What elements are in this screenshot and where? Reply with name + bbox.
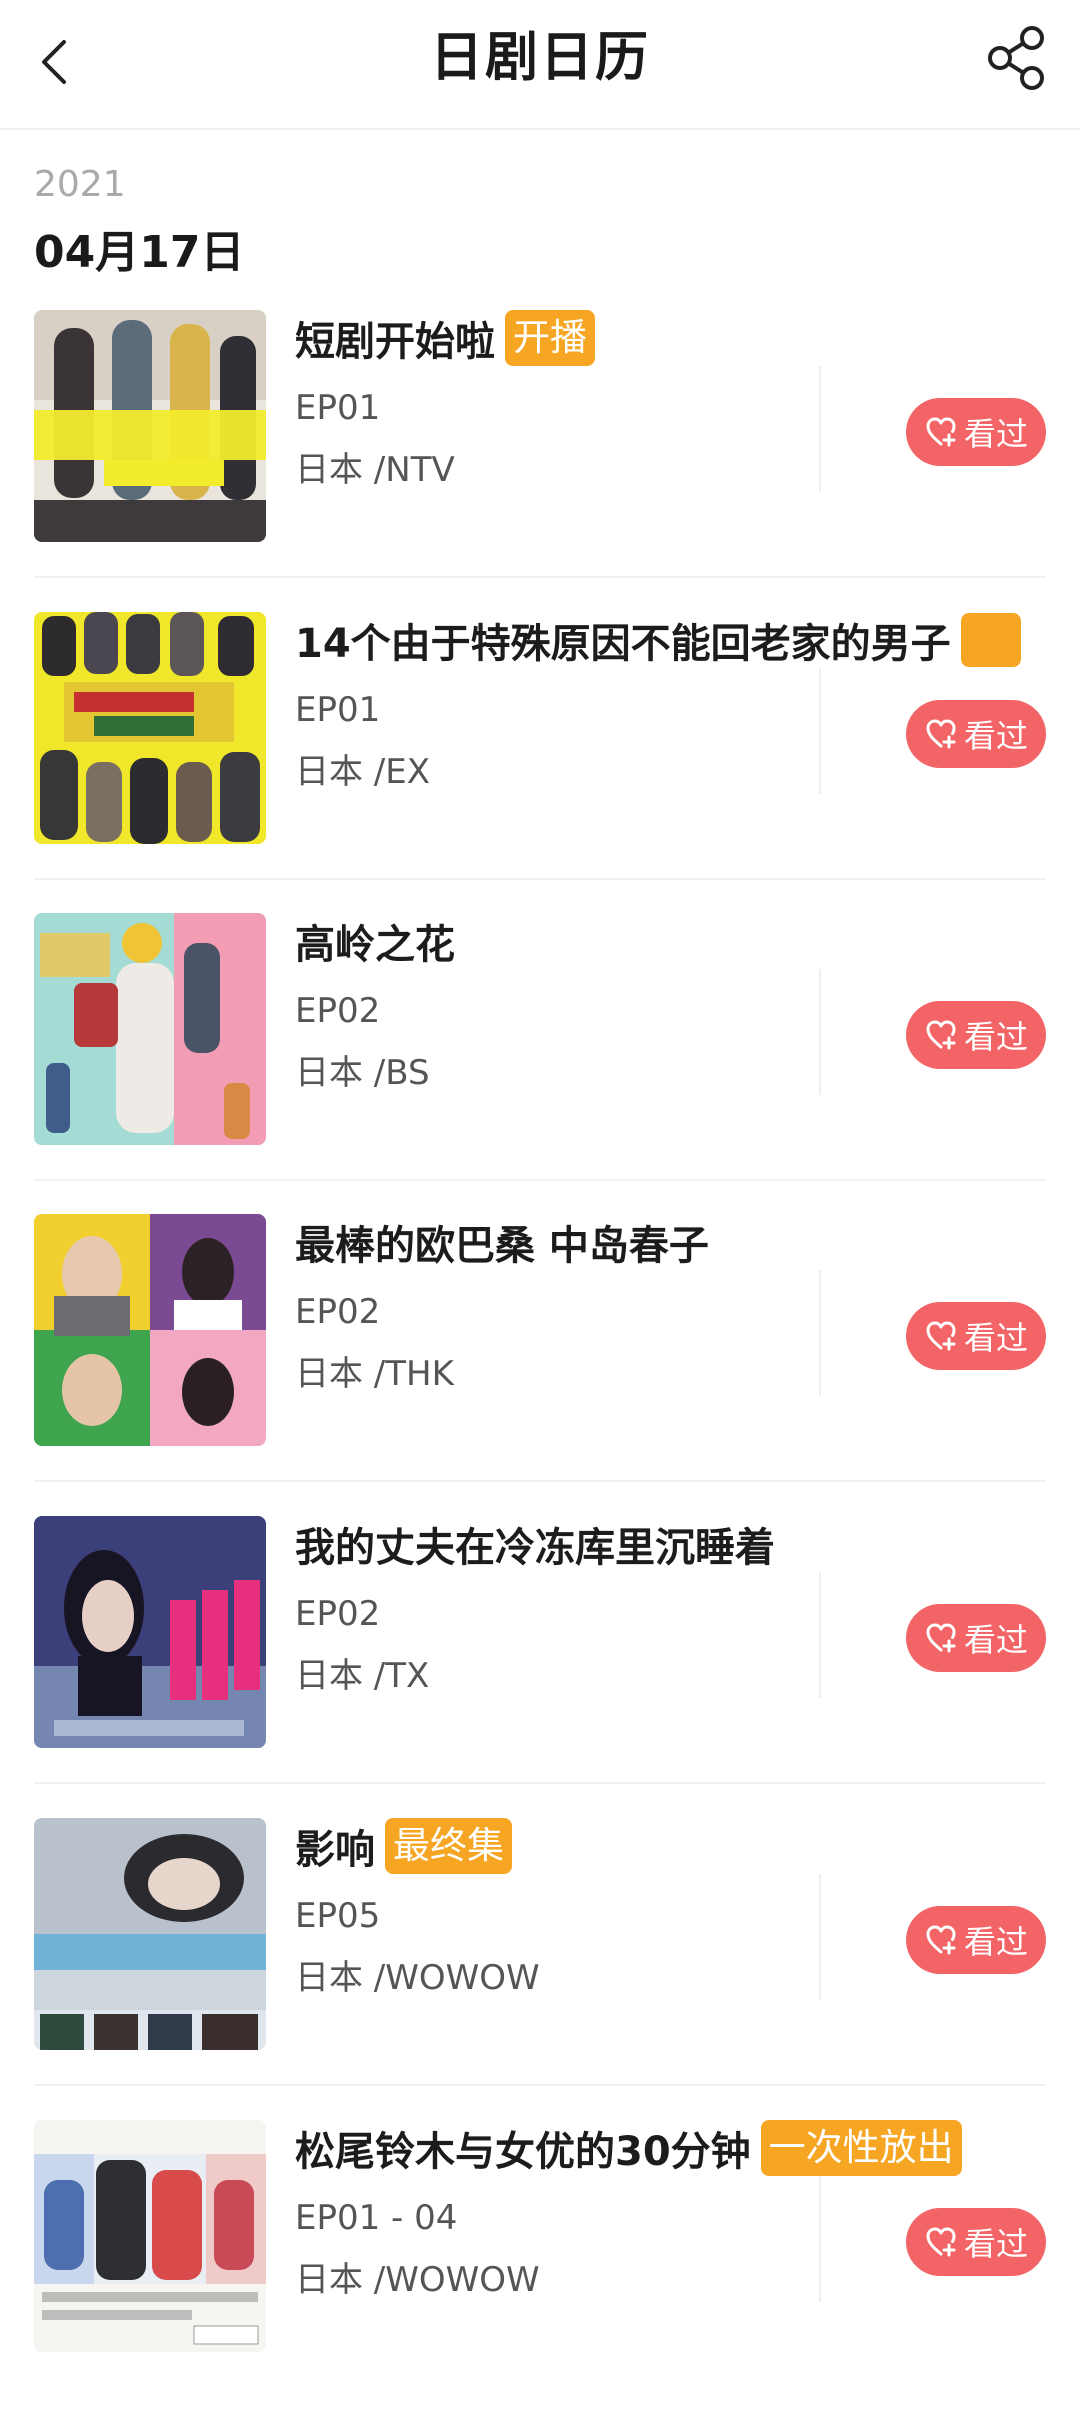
status-badge: 开播 — [505, 310, 595, 366]
poster-image — [34, 1516, 266, 1748]
status-badge: 一次性放出 — [760, 2120, 962, 2176]
network-label: 日本 /WOWOW — [295, 2260, 540, 2300]
seen-button[interactable]: 看过 — [906, 700, 1046, 768]
row-separator — [34, 1480, 1046, 1482]
divider — [819, 1270, 821, 1396]
divider — [819, 969, 821, 1095]
year-label: 2021 — [34, 164, 126, 205]
seen-button-label: 看过 — [963, 1018, 1028, 1056]
date-heading: 04月17日 — [34, 227, 245, 278]
heart-plus-icon — [926, 1020, 956, 1050]
drama-title: 高岭之花 — [295, 922, 455, 968]
poster-image — [34, 2120, 266, 2352]
row-separator — [34, 878, 1046, 880]
drama-poster[interactable] — [34, 1516, 266, 1748]
heart-plus-icon — [926, 2227, 956, 2257]
drama-row[interactable]: 14个由于特殊原因不能回老家的男子 EP01 日本 /EX 看过 — [0, 612, 1080, 912]
page-title: 日剧日历 — [430, 27, 650, 88]
drama-title: 最棒的欧巴桑 中岛春子 — [295, 1223, 709, 1269]
heart-plus-icon — [926, 417, 956, 447]
drama-poster[interactable] — [34, 1214, 266, 1446]
network-label: 日本 /WOWOW — [295, 1958, 540, 1998]
status-badge — [960, 613, 1021, 667]
top-bar: 日剧日历 — [0, 0, 1080, 130]
divider — [819, 668, 821, 794]
seen-button-label: 看过 — [963, 415, 1028, 453]
row-separator — [34, 1782, 1046, 1784]
episode-label: EP01 — [295, 388, 381, 428]
drama-row[interactable]: 我的丈夫在冷冻库里沉睡着 EP02 日本 /TX 看过 — [0, 1516, 1080, 1816]
row-separator — [34, 1179, 1046, 1181]
poster-image — [34, 612, 266, 844]
episode-label: EP01 - 04 — [295, 2198, 458, 2238]
seen-button-label: 看过 — [963, 1923, 1028, 1961]
drama-row[interactable]: 影响 最终集 EP05 日本 /WOWOW 看过 — [0, 1818, 1080, 2118]
drama-title: 14个由于特殊原因不能回老家的男子 — [295, 621, 951, 667]
divider — [819, 1874, 821, 2000]
network-label: 日本 /NTV — [295, 450, 455, 490]
network-label: 日本 /TX — [295, 1656, 430, 1696]
drama-poster[interactable] — [34, 1818, 266, 2050]
poster-image — [34, 1214, 266, 1446]
drama-title: 影响 — [295, 1827, 375, 1873]
network-label: 日本 /EX — [295, 752, 431, 792]
drama-title: 我的丈夫在冷冻库里沉睡着 — [295, 1525, 775, 1571]
seen-button-label: 看过 — [963, 1319, 1028, 1357]
drama-title: 短剧开始啦 — [295, 319, 495, 365]
episode-label: EP02 — [295, 1292, 381, 1332]
episode-label: EP05 — [295, 1896, 381, 1936]
seen-button[interactable]: 看过 — [906, 1001, 1046, 1069]
network-label: 日本 /BS — [295, 1053, 430, 1093]
row-separator — [34, 576, 1046, 578]
seen-button-label: 看过 — [963, 1621, 1028, 1659]
drama-row[interactable]: 短剧开始啦 开播 EP01 日本 /NTV 看过 — [0, 310, 1080, 610]
row-separator — [34, 2084, 1046, 2086]
seen-button[interactable]: 看过 — [906, 1906, 1046, 1974]
poster-image — [34, 310, 266, 542]
seen-button[interactable]: 看过 — [906, 2208, 1046, 2276]
share-icon — [988, 26, 1044, 90]
drama-row[interactable]: 松尾铃木与女优的30分钟 一次性放出 EP01 - 04 日本 /WOWOW 看… — [0, 2120, 1080, 2420]
drama-poster[interactable] — [34, 2120, 266, 2352]
seen-button[interactable]: 看过 — [906, 1604, 1046, 1672]
heart-plus-icon — [926, 1321, 956, 1351]
divider — [819, 2176, 821, 2302]
episode-label: EP02 — [295, 1594, 381, 1634]
heart-plus-icon — [926, 719, 956, 749]
seen-button-label: 看过 — [963, 717, 1028, 755]
share-button[interactable] — [980, 22, 1052, 94]
drama-row[interactable]: 最棒的欧巴桑 中岛春子 EP02 日本 /THK 看过 — [0, 1214, 1080, 1514]
poster-image — [34, 1818, 266, 2050]
episode-label: EP02 — [295, 991, 381, 1031]
episode-label: EP01 — [295, 690, 381, 730]
divider — [819, 1572, 821, 1698]
divider — [819, 366, 821, 492]
drama-row[interactable]: 高岭之花 EP02 日本 /BS 看过 — [0, 913, 1080, 1213]
status-badge: 最终集 — [385, 1818, 512, 1874]
seen-button[interactable]: 看过 — [906, 398, 1046, 466]
drama-title: 松尾铃木与女优的30分钟 — [295, 2129, 751, 2175]
drama-poster[interactable] — [34, 310, 266, 542]
drama-poster[interactable] — [34, 612, 266, 844]
network-label: 日本 /THK — [295, 1354, 454, 1394]
drama-poster[interactable] — [34, 913, 266, 1145]
seen-button[interactable]: 看过 — [906, 1302, 1046, 1370]
heart-plus-icon — [926, 1925, 956, 1955]
poster-image — [34, 913, 266, 1145]
seen-button-label: 看过 — [963, 2225, 1028, 2263]
heart-plus-icon — [926, 1623, 956, 1653]
